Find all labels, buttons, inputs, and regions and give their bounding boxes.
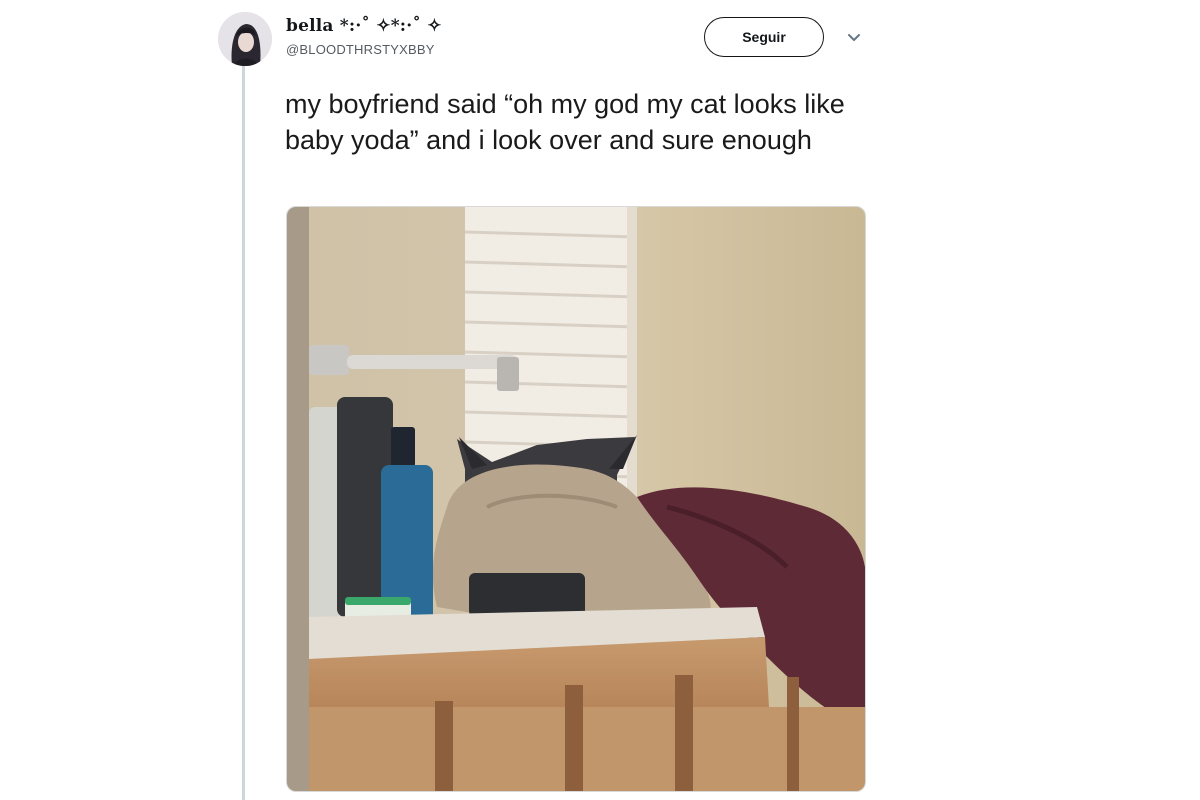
avatar[interactable]	[218, 12, 272, 66]
tweet-text: my boyfriend said “oh my god my cat look…	[285, 89, 845, 155]
avatar-image	[218, 12, 272, 66]
chevron-down-icon[interactable]	[844, 28, 864, 48]
user-handle[interactable]: @BLOODTHRSTYXBBY	[286, 42, 435, 57]
cat-photo-illustration	[287, 207, 865, 791]
tweet-photo[interactable]	[286, 206, 866, 792]
thread-line	[242, 66, 245, 800]
display-name[interactable]: bella *:·˚ ✧*:·˚ ✧	[286, 16, 442, 36]
follow-button[interactable]: Seguir	[704, 17, 824, 57]
